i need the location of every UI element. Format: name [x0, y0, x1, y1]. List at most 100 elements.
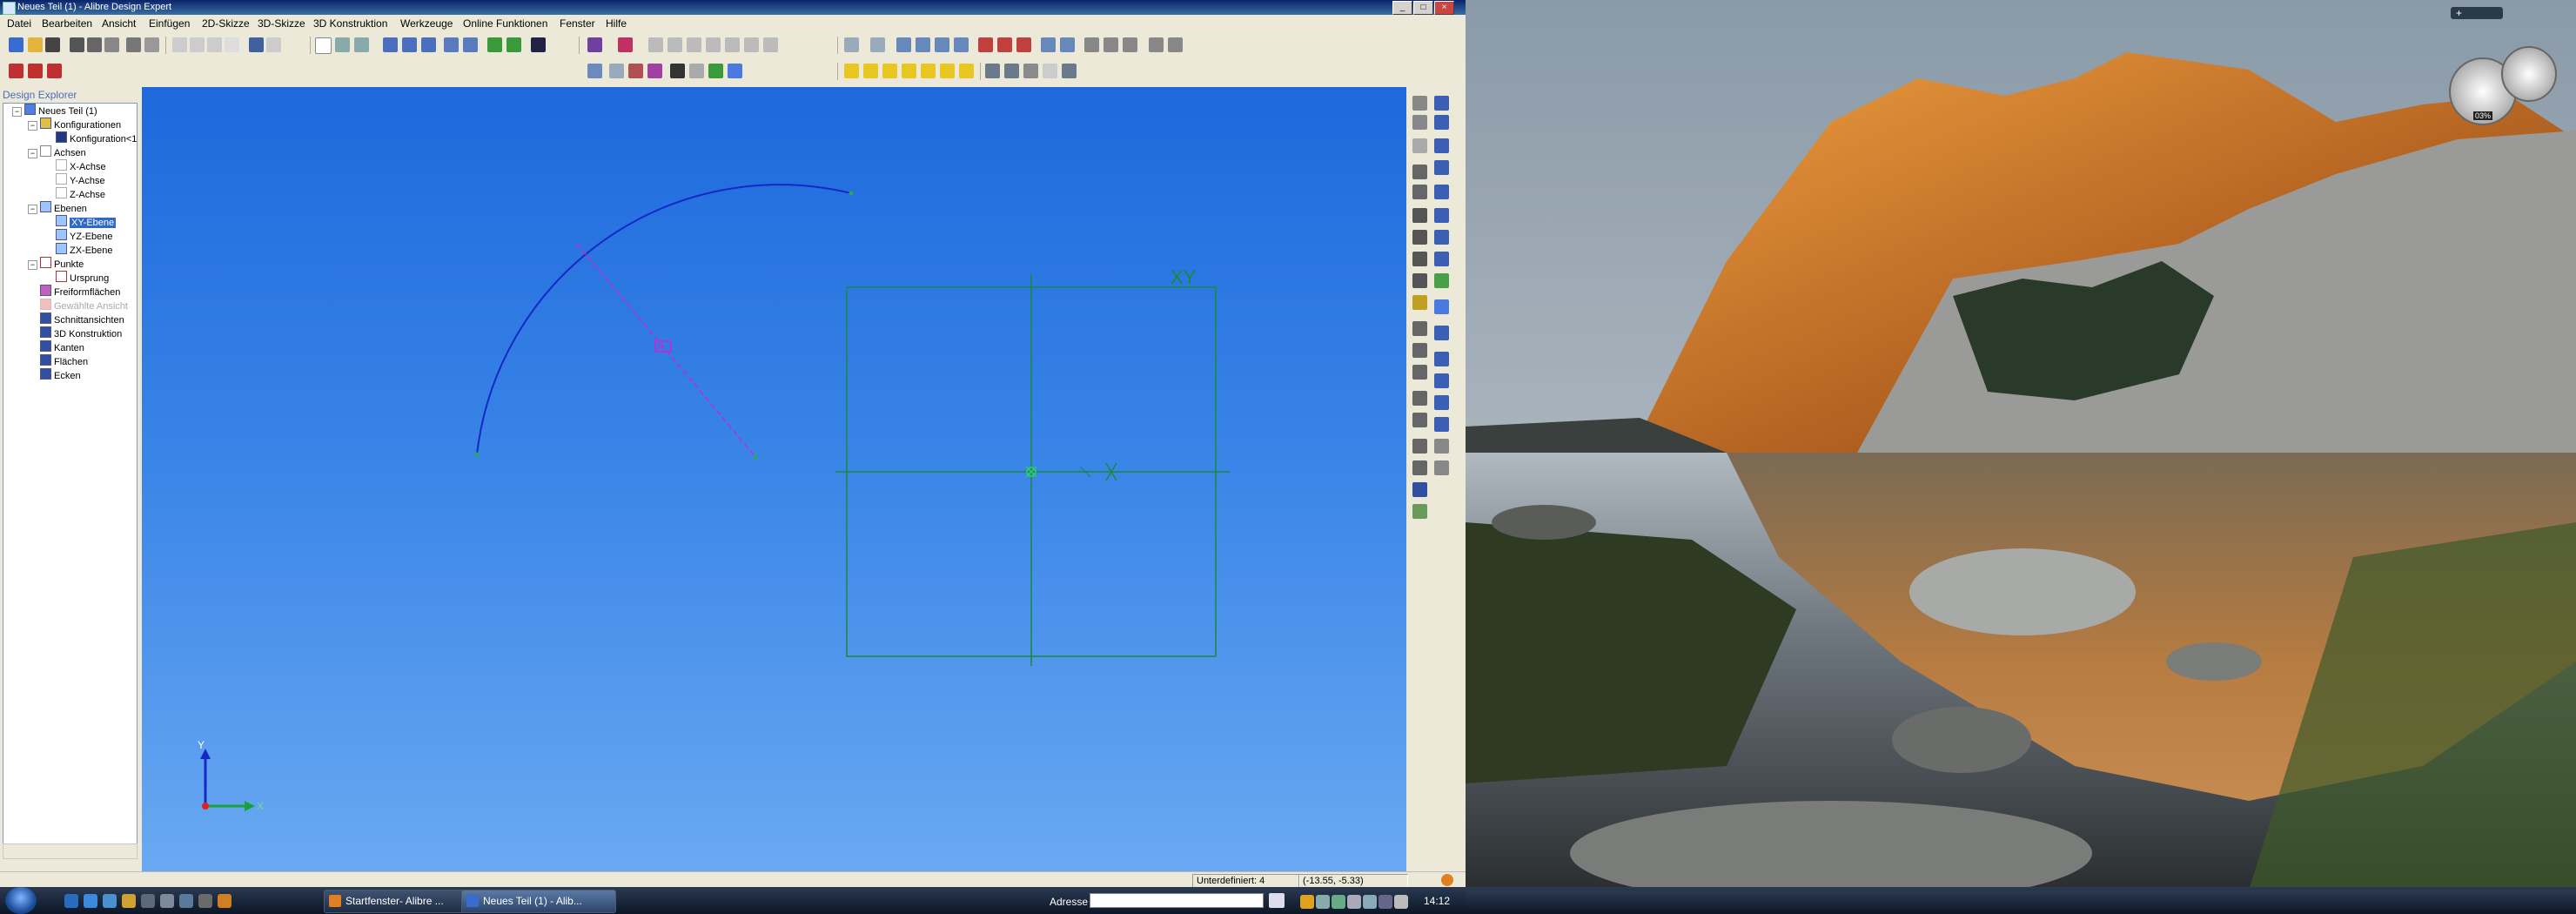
next-view-icon[interactable] — [463, 37, 478, 52]
feature-icon[interactable] — [1434, 273, 1449, 288]
print-icon[interactable] — [126, 37, 141, 52]
feature-icon[interactable] — [1434, 373, 1449, 388]
sketch-project-icon[interactable] — [1412, 482, 1427, 497]
select-filter-icon[interactable] — [335, 37, 350, 52]
close-button[interactable]: × — [1434, 1, 1454, 15]
tree-node-configurations[interactable]: Konfigurationen — [40, 118, 121, 131]
folder-icon[interactable] — [122, 894, 136, 908]
feature-icon[interactable] — [1434, 252, 1449, 266]
save-icon[interactable] — [45, 37, 60, 52]
mass-properties-icon[interactable] — [916, 37, 930, 52]
tree-node-points[interactable]: Punkte — [40, 257, 84, 271]
feature-icon[interactable] — [1434, 230, 1449, 245]
sketch-grid-icon[interactable] — [670, 64, 685, 78]
analysis-icon[interactable] — [985, 64, 1000, 78]
feature-icon[interactable] — [1434, 460, 1449, 475]
quicklaunch-icon[interactable] — [160, 894, 174, 908]
sketch-delete-icon[interactable] — [1412, 365, 1427, 380]
feature-icon[interactable] — [1434, 185, 1449, 199]
tray-icon[interactable] — [1300, 895, 1314, 909]
quicklaunch-icon[interactable] — [218, 894, 231, 908]
select-arrow-icon[interactable] — [315, 37, 332, 54]
tools-icon[interactable] — [1062, 64, 1077, 78]
taskbar-item-start-window[interactable]: Startfenster- Alibre ... — [324, 890, 479, 913]
sketch-tool-icon[interactable] — [506, 37, 521, 52]
sketch-extend-icon[interactable] — [1412, 343, 1427, 358]
tree-node-freeform[interactable]: Freiformflächen — [40, 285, 120, 299]
tree-node-xy-plane[interactable]: XY-Ebene — [56, 215, 117, 229]
ie-icon[interactable] — [84, 894, 97, 908]
quicklaunch-icon[interactable] — [141, 894, 155, 908]
sketch-snap-icon[interactable] — [689, 64, 704, 78]
shell-icon[interactable] — [744, 37, 759, 52]
equations-icon[interactable] — [1123, 37, 1137, 52]
extrude-icon[interactable] — [587, 37, 602, 52]
tree-node-configuration-1[interactable]: Konfiguration<1> — [56, 131, 137, 145]
copy-icon[interactable] — [190, 37, 205, 52]
tray-icon[interactable] — [1332, 895, 1345, 909]
zoom-icon[interactable] — [421, 37, 436, 52]
feature-icon[interactable] — [1434, 417, 1449, 432]
split-icon[interactable] — [1060, 37, 1075, 52]
tree-node-edges[interactable]: Kanten — [40, 340, 84, 354]
feature-icon[interactable] — [1434, 138, 1449, 153]
tree-node-vertices[interactable]: Ecken — [40, 368, 81, 382]
cube-right-icon[interactable] — [940, 64, 955, 78]
section-icon[interactable] — [935, 37, 949, 52]
address-input[interactable] — [1090, 893, 1264, 908]
sketch-fillet-icon[interactable] — [1412, 391, 1427, 406]
construction-endpoint[interactable] — [753, 454, 758, 460]
tree-node-origin[interactable]: Ursprung — [56, 271, 109, 285]
previous-view-icon[interactable] — [444, 37, 459, 52]
cube-iso-icon[interactable] — [959, 64, 974, 78]
sketch-ellipse-icon[interactable] — [1412, 273, 1427, 288]
open-folder-icon[interactable] — [28, 37, 43, 52]
construction-line[interactable] — [576, 243, 756, 458]
sketch-select-icon[interactable] — [587, 64, 602, 78]
collapse-toggle[interactable]: − — [28, 260, 37, 270]
sketch-line-icon[interactable] — [609, 64, 624, 78]
sketch-constraint-icon[interactable] — [647, 64, 662, 78]
sketch-arc[interactable] — [476, 184, 852, 455]
feature-icon[interactable] — [1434, 395, 1449, 410]
sketch-rectangle-icon[interactable] — [1412, 252, 1427, 266]
sketch-point-icon[interactable] — [628, 64, 643, 78]
light-icon[interactable] — [1023, 64, 1038, 78]
axis-icon[interactable] — [870, 37, 885, 52]
menu-online-funktionen[interactable]: Online Funktionen — [463, 17, 547, 30]
feature-icon[interactable] — [1434, 299, 1449, 314]
sketch-chamfer-icon[interactable] — [1412, 413, 1427, 427]
menu-einfuegen[interactable]: Einfügen — [149, 17, 190, 30]
sketch-check-icon[interactable] — [1412, 504, 1427, 519]
taskbar-item-new-part[interactable]: Neues Teil (1) - Alib... — [461, 890, 616, 913]
cube-front-icon[interactable] — [844, 64, 859, 78]
volume-icon[interactable] — [1394, 895, 1408, 909]
chamfer-icon[interactable] — [725, 37, 740, 52]
pdf-settings-icon[interactable] — [47, 64, 62, 78]
feature-icon[interactable] — [1434, 208, 1449, 223]
zoom-fit-icon[interactable] — [383, 37, 398, 52]
tree-horizontal-scrollbar[interactable] — [3, 843, 138, 859]
sketch-point-icon[interactable] — [1412, 295, 1427, 310]
explorer-icon[interactable] — [103, 894, 117, 908]
cube-left-icon[interactable] — [921, 64, 936, 78]
cut-extrude-icon[interactable] — [618, 37, 633, 52]
feature-icon[interactable] — [1434, 96, 1449, 111]
tree-node-axes[interactable]: Achsen — [40, 145, 86, 159]
collapse-toggle[interactable]: − — [12, 107, 22, 117]
view-style-icon[interactable] — [1168, 37, 1183, 52]
menu-hilfe[interactable]: Hilfe — [606, 17, 627, 30]
arc-endpoint[interactable] — [849, 191, 854, 196]
quicklaunch-icon[interactable] — [179, 894, 193, 908]
sketch-add-icon[interactable] — [1412, 115, 1427, 130]
sketch-arc-icon[interactable] — [1412, 230, 1427, 245]
feature-icon[interactable] — [1434, 439, 1449, 454]
table-icon[interactable] — [1084, 37, 1099, 52]
menu-datei[interactable]: Datei — [7, 17, 31, 30]
revolve-icon[interactable] — [648, 37, 663, 52]
settings-icon[interactable] — [104, 37, 119, 52]
collapse-toggle[interactable]: − — [28, 121, 37, 131]
paste-icon[interactable] — [207, 37, 222, 52]
tree-node-zx-plane[interactable]: ZX-Ebene — [56, 243, 113, 257]
pattern-icon[interactable] — [997, 37, 1012, 52]
